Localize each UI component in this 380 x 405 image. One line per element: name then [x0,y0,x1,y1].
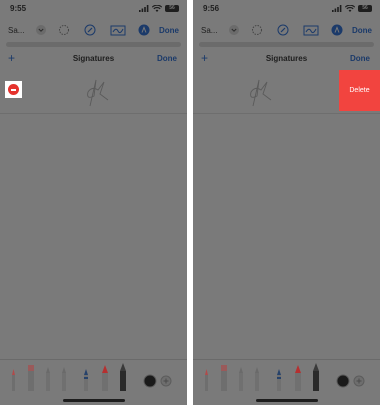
markup-toolbar: Sa... Done [193,23,380,39]
chevron-down-icon[interactable] [35,24,47,36]
pen-tools-icon[interactable] [0,361,187,395]
minus-icon [8,84,19,95]
tool-tray [0,359,187,397]
document-title[interactable]: Sa... [201,26,217,35]
grabber-bar [6,42,181,47]
signal-icon [139,5,149,12]
pen-tools-icon[interactable] [193,361,380,395]
lasso-icon[interactable] [58,24,70,36]
signature-icon[interactable] [303,24,319,36]
signature-drawing [250,79,272,107]
toolbar-done-button[interactable]: Done [352,26,372,35]
markup-icon[interactable] [138,24,150,36]
signature-row[interactable] [0,70,187,114]
signature-row[interactable]: Delete [193,70,380,114]
battery-icon: 56 [358,5,372,12]
status-bar: 9:55 56 [0,4,187,16]
signatures-header: + Signatures Done [193,50,380,68]
pen-tool-icon[interactable] [84,24,96,36]
sheet-done-button[interactable]: Done [157,54,177,63]
remove-signature-button[interactable] [5,81,22,98]
status-icons: 56 [139,5,179,12]
home-indicator[interactable] [255,399,318,402]
markup-toolbar: Sa... Done [0,23,187,39]
signature-drawing [87,79,109,107]
status-icons: 56 [332,5,372,12]
home-indicator[interactable] [62,399,125,402]
row-divider [193,113,380,114]
status-time: 9:56 [203,4,220,13]
wifi-icon [345,5,355,12]
toolbar-done-button[interactable]: Done [159,26,179,35]
pen-tool-icon[interactable] [277,24,289,36]
sheet-done-button[interactable]: Done [350,54,370,63]
chevron-down-icon[interactable] [228,24,240,36]
battery-icon: 56 [165,5,179,12]
signature-icon[interactable] [110,24,126,36]
markup-icon[interactable] [331,24,343,36]
screen-swipe-delete: 9:56 56 Sa... Done + Signatures Done Del… [193,0,380,405]
signatures-header: + Signatures Done [0,50,187,68]
grabber-bar [199,42,374,47]
signal-icon [332,5,342,12]
delete-button[interactable]: Delete [339,70,380,111]
wifi-icon [152,5,162,12]
tool-tray [193,359,380,397]
status-bar: 9:56 56 [193,4,380,16]
tray-divider [0,359,187,360]
document-title[interactable]: Sa... [8,26,24,35]
status-time: 9:55 [10,4,27,13]
tray-divider [193,359,380,360]
lasso-icon[interactable] [251,24,263,36]
row-divider [0,113,187,114]
screen-edit-mode: 9:55 56 Sa... Done + Signatures Done [0,0,187,405]
